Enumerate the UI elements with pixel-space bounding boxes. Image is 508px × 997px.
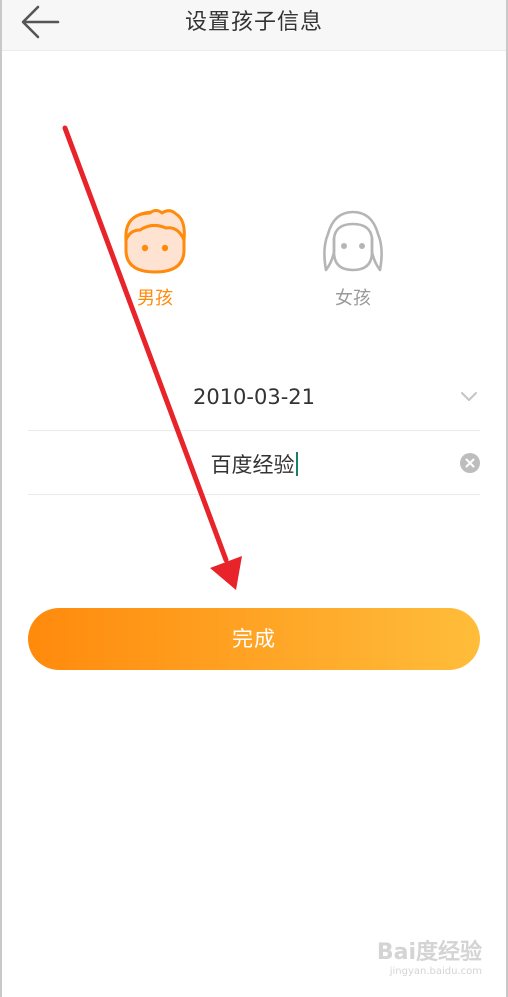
clear-circle-icon [460, 453, 480, 473]
boy-avatar-icon [124, 209, 186, 274]
girl-avatar-icon [323, 210, 383, 272]
girl-label: 女孩 [335, 288, 371, 309]
chevron-down-icon [461, 392, 477, 401]
baidu-jingyan-watermark: Bai度经验 jingyan.baidu.com [377, 934, 482, 977]
nav-header: 设置孩子信息 [2, 0, 506, 51]
clear-input-button[interactable] [460, 453, 480, 473]
watermark-url: jingyan.baidu.com [389, 966, 482, 977]
birthday-field[interactable]: 2010-03-21 [28, 368, 480, 431]
text-cursor [295, 452, 298, 476]
name-value: 百度经验 [210, 453, 295, 477]
page-title: 设置孩子信息 [184, 10, 323, 35]
boy-label: 男孩 [137, 288, 173, 309]
name-input-row: 百度经验 [28, 449, 480, 479]
phone-frame [0, 0, 508, 997]
name-input[interactable]: 百度经验 [28, 432, 480, 495]
done-button[interactable]: 完成 [28, 608, 480, 670]
birthday-value: 2010-03-21 [192, 385, 316, 409]
watermark-logo: Bai度经验 [376, 940, 482, 965]
gender-option-girl[interactable]: 女孩 [308, 208, 398, 310]
gender-option-boy[interactable]: 男孩 [110, 208, 200, 310]
